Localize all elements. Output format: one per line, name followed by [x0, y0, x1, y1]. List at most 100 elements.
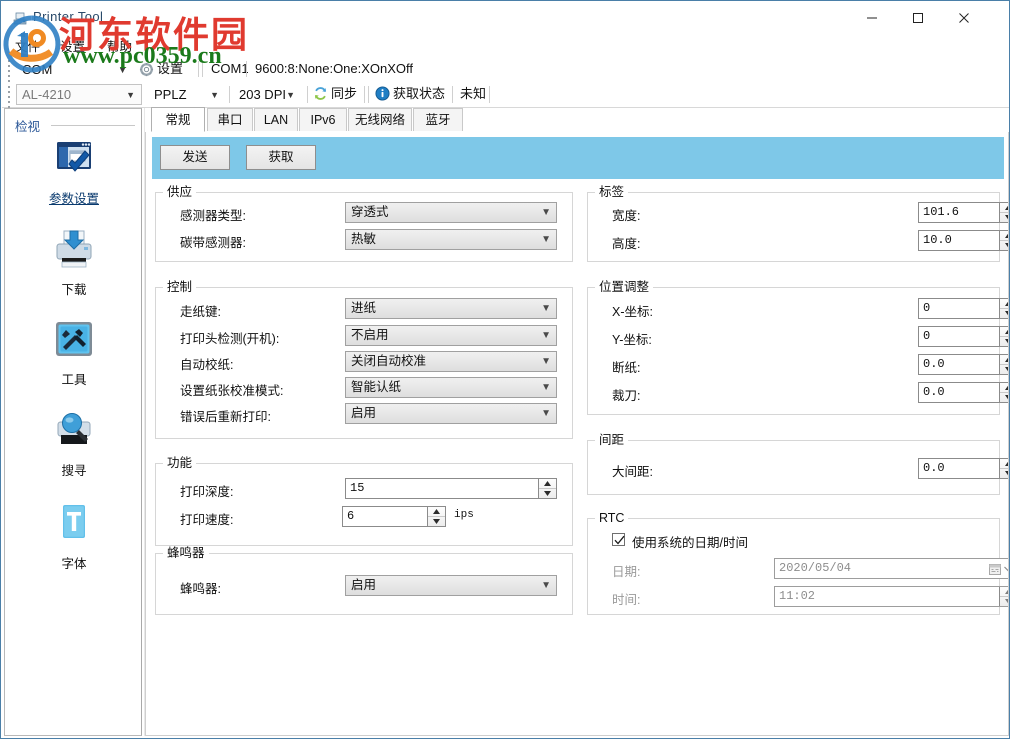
- spinner-down-icon[interactable]: [1000, 393, 1009, 402]
- get-status-button[interactable]: 获取状态: [393, 84, 445, 104]
- tab-general[interactable]: 常规: [151, 107, 205, 132]
- chevron-down-icon: ▼: [541, 203, 551, 222]
- feed-key-label: 走纸键:: [180, 301, 221, 320]
- spinner-buttons[interactable]: [999, 587, 1009, 606]
- fetch-button[interactable]: 获取: [246, 145, 316, 170]
- spinner-buttons[interactable]: [999, 459, 1009, 478]
- toolbar-separator: [452, 86, 453, 103]
- printer-dpi-combo[interactable]: 203 DPI ▼: [233, 84, 302, 105]
- tear-off-spinner[interactable]: 0.0: [918, 354, 1009, 375]
- tab-serial[interactable]: 串口: [207, 108, 253, 131]
- sidebar-item-parameter-settings[interactable]: 参数设置: [5, 136, 143, 207]
- info-icon[interactable]: [375, 86, 390, 104]
- spinner-up-icon[interactable]: [1000, 299, 1009, 309]
- group-gap: 间距 大间距: 0.0 毫米: [587, 440, 1000, 495]
- spinner-up-icon[interactable]: [1000, 355, 1009, 365]
- tab-lan[interactable]: LAN: [254, 108, 298, 131]
- sidebar-item-font[interactable]: 字体: [5, 501, 143, 572]
- spinner-down-icon[interactable]: [1000, 365, 1009, 374]
- sidebar-item-tools[interactable]: 工具: [5, 317, 143, 388]
- print-darkness-spinner[interactable]: 15: [345, 478, 557, 499]
- ribbon-sensor-combo[interactable]: 热敏 ▼: [345, 229, 557, 250]
- toolbar-separator: [364, 86, 365, 103]
- spinner-up-icon[interactable]: [428, 507, 445, 517]
- spinner-buttons[interactable]: [999, 355, 1009, 374]
- spinner-down-icon[interactable]: [428, 517, 445, 526]
- minimize-button[interactable]: [849, 3, 895, 33]
- sidebar-item-search[interactable]: 搜寻: [5, 408, 143, 479]
- spinner-buttons[interactable]: [999, 203, 1009, 222]
- label-height-spinner[interactable]: 10.0: [918, 230, 1009, 251]
- menu-item-settings[interactable]: 设置: [60, 36, 85, 55]
- spinner-up-icon[interactable]: [1000, 383, 1009, 393]
- spinner-up-icon[interactable]: [539, 479, 556, 489]
- group-supply: 供应 感测器类型: 穿透式 ▼ 碳带感测器: 热敏 ▼: [155, 192, 573, 262]
- y-coordinate-spinner[interactable]: 0: [918, 326, 1009, 347]
- maximize-button[interactable]: [895, 3, 941, 33]
- settings-panel: 发送 获取 供应 感测器类型: 穿透式 ▼ 碳带感测器: 热敏 ▼: [145, 132, 1009, 736]
- toolbar-separator: [368, 86, 369, 103]
- spinner-down-icon[interactable]: [1000, 309, 1009, 318]
- print-speed-label: 打印速度:: [180, 509, 233, 528]
- spinner-buttons[interactable]: [999, 383, 1009, 402]
- spinner-down-icon[interactable]: [539, 489, 556, 498]
- printer-dpi-value: 203 DPI: [239, 87, 286, 102]
- buzzer-combo[interactable]: 启用 ▼: [345, 575, 557, 596]
- x-coordinate-spinner[interactable]: 0: [918, 298, 1009, 319]
- cutter-spinner[interactable]: 0.0: [918, 382, 1009, 403]
- spinner-buttons[interactable]: [538, 479, 556, 498]
- toolbar-grip-icon[interactable]: [8, 60, 12, 78]
- spinner-down-icon[interactable]: [1000, 213, 1009, 222]
- sync-refresh-icon[interactable]: [313, 86, 328, 104]
- chevron-down-icon: ▼: [126, 85, 135, 105]
- spinner-up-icon[interactable]: [1000, 327, 1009, 337]
- port-type-combo[interactable]: COM ▼: [16, 59, 134, 81]
- feed-key-combo[interactable]: 进纸 ▼: [345, 298, 557, 319]
- sync-button[interactable]: 同步: [331, 84, 357, 104]
- tab-wireless[interactable]: 无线网络: [348, 108, 412, 131]
- spinner-buttons[interactable]: [427, 507, 445, 526]
- send-button[interactable]: 发送: [160, 145, 230, 170]
- spinner-up-icon[interactable]: [1000, 231, 1009, 241]
- group-position: 位置调整 X-坐标: 0 点 Y-坐标: 0: [587, 287, 1000, 415]
- gear-icon[interactable]: [139, 62, 154, 80]
- auto-calibration-combo[interactable]: 关闭自动校准 ▼: [345, 351, 557, 372]
- tab-bluetooth[interactable]: 蓝牙: [413, 108, 463, 131]
- spinner-down-icon[interactable]: [1000, 469, 1009, 478]
- chevron-down-icon: ▼: [541, 576, 551, 595]
- label-width-spinner[interactable]: 101.6: [918, 202, 1009, 223]
- spinner-down-icon[interactable]: [1000, 337, 1009, 346]
- print-speed-spinner[interactable]: 6: [342, 506, 446, 527]
- spinner-buttons[interactable]: [999, 299, 1009, 318]
- spinner-buttons[interactable]: [999, 327, 1009, 346]
- spinner-buttons[interactable]: [999, 231, 1009, 250]
- time-spinner[interactable]: 11:02: [774, 586, 1009, 607]
- reprint-after-error-combo[interactable]: 启用 ▼: [345, 403, 557, 424]
- x-coordinate-value: 0: [923, 301, 930, 315]
- sensor-type-combo[interactable]: 穿透式 ▼: [345, 202, 557, 223]
- head-detect-combo[interactable]: 不启用 ▼: [345, 325, 557, 346]
- group-supply-caption: 供应: [163, 185, 196, 199]
- time-value: 11:02: [779, 589, 815, 603]
- sidebar-item-download[interactable]: 下载: [5, 227, 143, 298]
- close-button[interactable]: [941, 3, 987, 33]
- spinner-down-icon[interactable]: [1000, 241, 1009, 250]
- tab-ipv6[interactable]: IPv6: [299, 108, 347, 131]
- label-height-label: 高度:: [612, 233, 640, 252]
- menu-item-help[interactable]: 帮助: [107, 36, 132, 55]
- spinner-down-icon[interactable]: [1000, 597, 1009, 606]
- printer-model-combo[interactable]: AL-4210 ▼: [16, 84, 142, 105]
- spinner-up-icon[interactable]: [1000, 459, 1009, 469]
- large-gap-spinner[interactable]: 0.0: [918, 458, 1009, 479]
- use-system-datetime-checkbox[interactable]: [612, 533, 625, 546]
- date-field[interactable]: 2020/05/04: [774, 558, 1009, 579]
- printer-language-combo[interactable]: PPLZ ▼: [148, 84, 226, 105]
- date-picker-buttons[interactable]: [985, 559, 1009, 578]
- group-buzzer: 蜂鸣器 蜂鸣器: 启用 ▼: [155, 553, 573, 615]
- spinner-up-icon[interactable]: [1000, 203, 1009, 213]
- menu-item-file[interactable]: 文件: [15, 36, 40, 55]
- toolbar-grip-icon[interactable]: [8, 86, 12, 104]
- connection-settings-button[interactable]: 设置: [157, 59, 183, 79]
- paper-calib-mode-combo[interactable]: 智能认纸 ▼: [345, 377, 557, 398]
- spinner-up-icon[interactable]: [1000, 587, 1009, 597]
